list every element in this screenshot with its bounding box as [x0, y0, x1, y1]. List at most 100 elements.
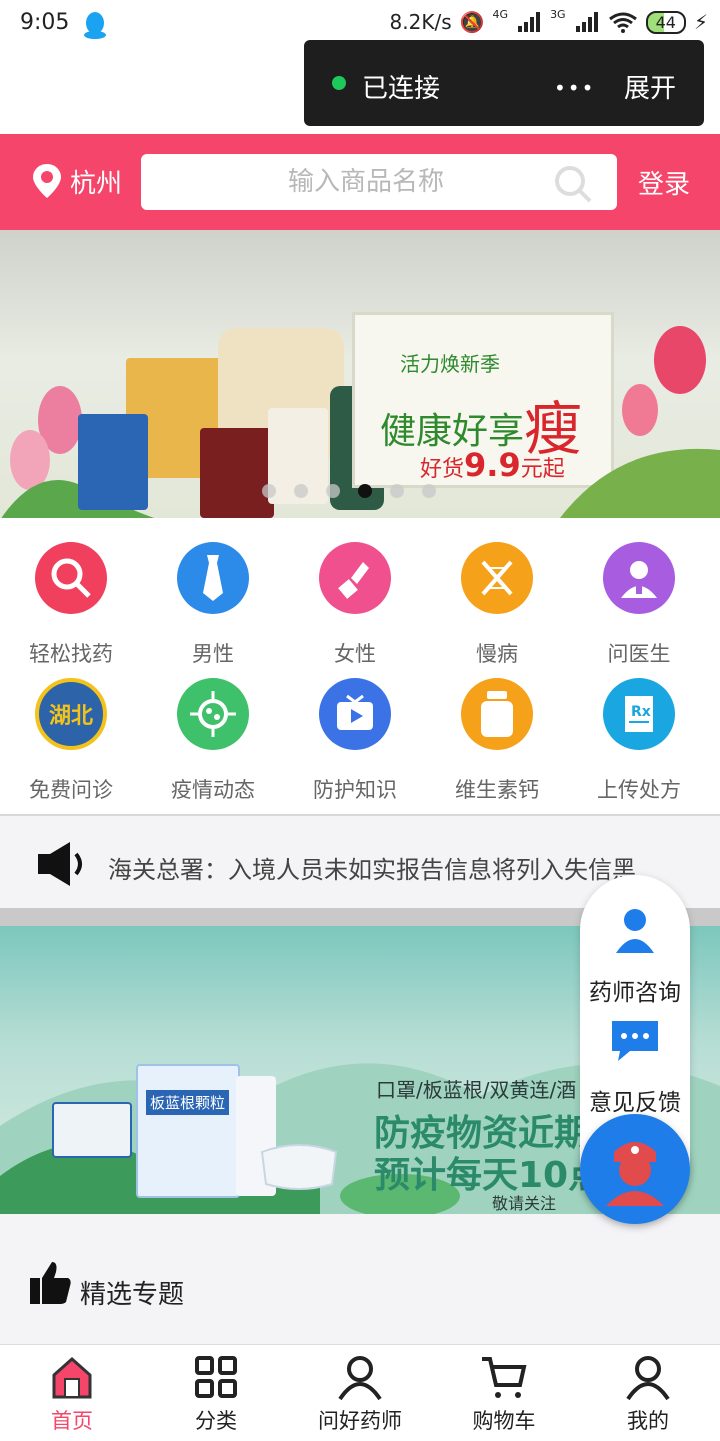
banner2-line3: 预计每天10点	[374, 1155, 605, 1196]
carousel-dot[interactable]	[294, 484, 308, 498]
carousel-dot[interactable]	[326, 484, 340, 498]
banner2-line4: 敬请关注	[492, 1194, 557, 1213]
pharmacist-consult-icon[interactable]	[614, 907, 656, 953]
expand-button[interactable]: 展开	[624, 68, 676, 105]
banner-price-suffix: 元起	[520, 457, 565, 482]
user-icon	[626, 1356, 670, 1401]
status-time: 9:05	[20, 10, 70, 35]
doctor-icon	[603, 542, 675, 614]
feedback-button[interactable]: 意见反馈	[580, 1083, 690, 1117]
doctor-fab-button[interactable]	[580, 1114, 690, 1224]
tab-mine[interactable]: 我的	[576, 1345, 720, 1441]
category-protection[interactable]: 防护知识	[284, 672, 426, 802]
section-title: 精选专题	[80, 1280, 185, 1310]
top-header: 杭州 登录	[0, 134, 720, 230]
carousel-dot[interactable]	[262, 484, 276, 498]
banner-line1: 活力焕新季	[400, 352, 500, 376]
feedback-icon[interactable]	[610, 1019, 660, 1063]
login-button[interactable]: 登录	[638, 164, 690, 201]
category-label: 女性	[334, 642, 376, 666]
carousel-dot[interactable]	[422, 484, 436, 498]
category-female[interactable]: 女性	[284, 536, 426, 666]
carousel-dot[interactable]	[390, 484, 404, 498]
category-vitamin[interactable]: 维生素钙	[426, 672, 568, 802]
tab-label: 问好药师	[318, 1409, 402, 1433]
pharmacist-consult-button[interactable]: 药师咨询	[580, 973, 690, 1007]
hubei-badge-text: 湖北	[48, 704, 93, 729]
category-male[interactable]: 男性	[142, 536, 284, 666]
tab-category[interactable]: 分类	[144, 1345, 288, 1441]
banner-line3: 好货9.9元起	[420, 446, 565, 484]
flower-decoration	[560, 326, 720, 518]
signal-icon	[575, 12, 598, 32]
qq-icon	[84, 12, 106, 39]
tie-icon	[177, 542, 249, 614]
signal-icon	[518, 12, 541, 32]
tab-home[interactable]: 首页	[0, 1345, 144, 1441]
toast-status: 已连接	[362, 74, 441, 104]
category-label: 轻松找药	[29, 642, 113, 666]
tab-cart[interactable]: 购物车	[432, 1345, 576, 1441]
category-find-drug[interactable]: 轻松找药	[0, 536, 142, 666]
banner-price: 9.9	[464, 446, 521, 484]
location-pin-icon	[33, 164, 61, 198]
search-box[interactable]	[141, 154, 617, 210]
prescription-icon: Rx	[603, 678, 675, 750]
mute-icon: 🔕	[459, 10, 485, 34]
category-label: 疫情动态	[171, 778, 255, 802]
net1-label: 4G	[492, 7, 509, 21]
cart-icon	[482, 1357, 527, 1398]
category-label: 维生素钙	[455, 778, 539, 802]
search-icon[interactable]	[553, 164, 593, 204]
banner2-line1: 口罩/板蓝根/双黄连/酒	[376, 1078, 577, 1102]
thumbs-up-icon	[30, 1262, 71, 1304]
charging-icon: ⚡	[693, 10, 708, 34]
lipstick-icon	[319, 542, 391, 614]
speaker-icon	[38, 842, 82, 886]
category-label: 防护知识	[313, 778, 397, 802]
mask-image	[260, 1144, 338, 1190]
tab-label: 我的	[627, 1409, 669, 1433]
product-can	[200, 428, 274, 518]
promo-banner[interactable]: 活力焕新季 健康好享瘦 好货9.9元起	[0, 230, 720, 518]
dna-icon	[461, 542, 533, 614]
category-label: 问医生	[607, 642, 671, 666]
nurse-avatar-icon	[606, 1142, 664, 1206]
location-selector[interactable]: 杭州	[30, 162, 122, 200]
carousel-dots[interactable]	[262, 484, 436, 498]
category-epidemic[interactable]: 疫情动态	[142, 672, 284, 802]
svg-text:Rx: Rx	[631, 704, 651, 720]
category-grid: 轻松找药 男性 女性 慢病 问医生 湖北 免费问诊 疫情动态 防护知识 维生素钙…	[0, 536, 720, 814]
category-label: 男性	[192, 642, 234, 666]
tv-play-icon	[319, 678, 391, 750]
hubei-badge-icon: 湖北	[35, 678, 107, 750]
banner-price-prefix: 好货	[420, 457, 465, 482]
category-free-consult[interactable]: 湖北 免费问诊	[0, 672, 142, 802]
more-icon[interactable]: •••	[554, 76, 595, 100]
tab-label: 首页	[51, 1409, 93, 1433]
ticker-text[interactable]: 海关总署：入境人员未如实报告信息将列入失信黑	[108, 850, 636, 885]
category-upload-prescription[interactable]: Rx 上传处方	[568, 672, 710, 802]
carousel-dot-active[interactable]	[358, 484, 372, 498]
bottom-tab-bar: 首页 分类 问好药师 购物车 我的	[0, 1344, 720, 1440]
battery-level: 44	[655, 12, 676, 32]
product-package	[136, 1064, 240, 1198]
connected-dot-icon	[332, 76, 346, 90]
battery-icon: 44	[645, 10, 686, 34]
product-box	[52, 1102, 132, 1158]
category-chronic[interactable]: 慢病	[426, 536, 568, 666]
category-label: 上传处方	[597, 778, 681, 802]
category-ask-doctor[interactable]: 问医生	[568, 536, 710, 666]
grid-icon	[195, 1356, 237, 1398]
bottle-icon	[461, 678, 533, 750]
tab-pharmacist[interactable]: 问好药师	[288, 1345, 432, 1441]
category-label: 慢病	[476, 642, 518, 666]
home-icon	[52, 1356, 92, 1399]
product-name: 板蓝根颗粒	[146, 1090, 230, 1115]
tab-label: 分类	[195, 1409, 237, 1433]
virus-icon	[177, 678, 249, 750]
status-right: 8.2K/s 🔕 4G 3G 44 ⚡	[390, 7, 708, 35]
pharmacist-icon	[338, 1356, 382, 1401]
search-input[interactable]	[141, 154, 561, 210]
tab-label: 购物车	[472, 1409, 536, 1433]
